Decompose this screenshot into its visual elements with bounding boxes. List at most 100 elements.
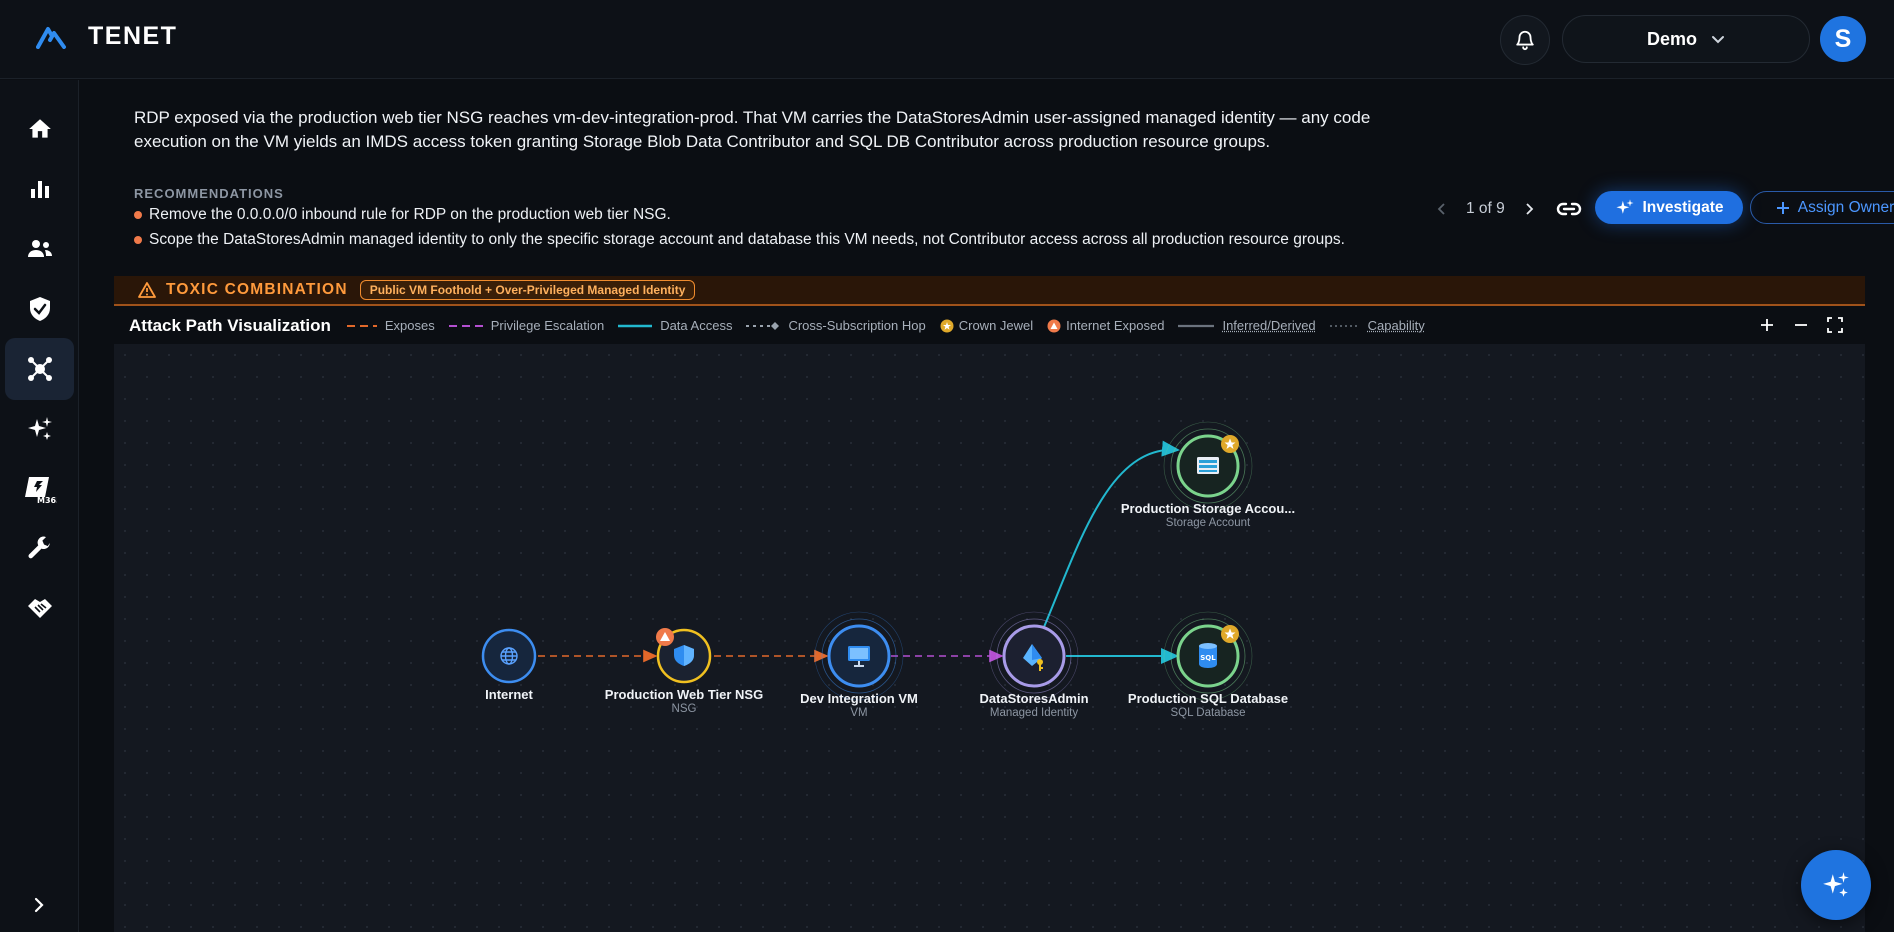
legend-swatch-dotted-diamond <box>746 321 780 330</box>
investigate-button[interactable]: Investigate <box>1595 191 1743 224</box>
attack-path-graph: SQL <box>481 421 1253 701</box>
next-finding-button[interactable] <box>1517 197 1541 221</box>
toxic-combination-banner: TOXIC COMBINATION Public VM Foothold + O… <box>114 276 1865 306</box>
sidebar-item-partners[interactable] <box>5 578 74 640</box>
viz-header: Attack Path Visualization Exposes Privil… <box>114 307 1865 344</box>
sparkles-icon <box>1615 198 1634 214</box>
legend-item-crown-jewel: Crown Jewel <box>940 318 1033 333</box>
alert-badge-icon <box>1047 319 1061 332</box>
plus-icon <box>1761 319 1773 331</box>
notifications-button[interactable] <box>1500 15 1550 65</box>
legend-item-cross-subscription-hop: Cross-Subscription Hop <box>746 318 926 333</box>
recommendations-title: RECOMMENDATIONS <box>134 186 284 201</box>
node-production-web-tier-nsg[interactable] <box>656 628 712 684</box>
sidebar-expand-button[interactable] <box>22 888 56 922</box>
sidebar-item-tools[interactable] <box>5 518 74 580</box>
finding-panel: RDP exposed via the production web tier … <box>114 80 1894 275</box>
link-icon <box>1556 202 1582 216</box>
warning-icon <box>138 282 156 298</box>
app-name: TENET <box>88 22 178 50</box>
node-internet[interactable] <box>481 628 537 684</box>
ai-assistant-button[interactable] <box>1801 850 1871 920</box>
plus-icon <box>1776 201 1789 214</box>
assign-owner-label: Assign Owner <box>1797 198 1894 216</box>
node-dev-integration-vm[interactable] <box>814 611 904 701</box>
tenant-label: Demo <box>1646 28 1697 49</box>
node-label-sql: Production SQL Database SQL Database <box>1128 691 1288 719</box>
chevron-right-icon <box>1526 203 1534 215</box>
zoom-out-button[interactable] <box>1791 313 1811 337</box>
star-badge-icon <box>940 319 954 332</box>
node-label-nsg: Production Web Tier NSG NSG <box>605 687 763 715</box>
home-icon <box>28 119 51 138</box>
pager-count: 1 of 9 <box>1466 200 1505 217</box>
node-name: Production SQL Database <box>1127 691 1289 706</box>
legend-label: Internet Exposed <box>1066 318 1165 333</box>
edge-identity-to-storage[interactable] <box>1043 440 1180 628</box>
legend-swatch-dashed-orange <box>346 324 377 327</box>
node-datastoresadmin[interactable] <box>989 611 1079 701</box>
node-name: Production Storage Accou... <box>1120 501 1296 516</box>
legend-label: Exposes <box>384 318 435 333</box>
node-production-storage-account[interactable] <box>1163 421 1253 511</box>
legend-item-data-access: Data Access <box>618 318 732 333</box>
sidebar-item-home[interactable] <box>5 98 74 160</box>
sidebar-item-dashboard[interactable] <box>5 158 74 220</box>
node-name: Production Web Tier NSG <box>604 687 764 702</box>
legend-label: Capability <box>1367 318 1425 333</box>
sidebar-item-identities[interactable] <box>5 218 74 280</box>
node-production-sql-database[interactable]: SQL <box>1163 611 1253 701</box>
sidebar-item-security[interactable] <box>5 278 74 340</box>
top-bar: TENET Demo S <box>0 0 1894 79</box>
viz-title: Attack Path Visualization <box>129 315 331 335</box>
node-label-storage: Production Storage Accou... Storage Acco… <box>1121 501 1295 529</box>
legend-item-capability: Capability <box>1329 318 1425 333</box>
legend-swatch-solid-gray <box>1178 324 1215 327</box>
fullscreen-button[interactable] <box>1825 313 1845 337</box>
recommendation-item: Scope the DataStoresAdmin managed identi… <box>134 229 1364 250</box>
node-label-vm: Dev Integration VM VM <box>800 691 918 719</box>
legend-label: Cross-Subscription Hop <box>788 318 926 333</box>
attack-path-canvas[interactable]: SQL Internet Production Web Tier NSG NSG… <box>114 344 1865 932</box>
copy-link-button[interactable] <box>1555 195 1583 223</box>
legend-swatch-dashed-purple <box>448 324 483 327</box>
node-label-identity: DataStoresAdmin Managed Identity <box>979 691 1088 719</box>
node-name: DataStoresAdmin <box>979 691 1089 706</box>
sql-icon: SQL <box>1199 643 1217 668</box>
legend-label: Data Access <box>660 318 733 333</box>
svg-text:M365: M365 <box>37 496 57 505</box>
bar-chart-icon <box>30 181 49 198</box>
legend: Exposes Privilege Escalation Data Access… <box>346 318 1439 333</box>
node-type: Managed Identity <box>989 707 1079 719</box>
toxic-combination-pill: Public VM Foothold + Over-Privileged Man… <box>359 280 696 300</box>
user-avatar[interactable]: S <box>1820 16 1866 62</box>
app-logo[interactable]: TENET <box>36 22 177 51</box>
chevron-right-icon <box>34 897 44 913</box>
sparkles-icon <box>1823 872 1849 897</box>
sidebar-item-ai[interactable] <box>5 398 74 460</box>
sidebar-item-m365[interactable]: M365 <box>5 458 74 520</box>
node-name: Internet <box>485 687 533 702</box>
tenant-select[interactable]: Demo <box>1562 15 1810 63</box>
tenet-logo-icon <box>36 26 66 49</box>
legend-swatch-solid-cyan <box>618 324 653 327</box>
node-type: VM <box>850 707 868 719</box>
prev-finding-button[interactable] <box>1430 197 1454 221</box>
users-icon <box>27 240 52 257</box>
node-type: Storage Account <box>1165 517 1251 529</box>
viz-toolbar <box>1757 313 1845 337</box>
sidebar-item-attack-paths[interactable] <box>5 338 74 400</box>
star-badge-icon <box>1221 435 1239 453</box>
alert-badge-icon <box>656 628 674 646</box>
node-type: SQL Database <box>1170 707 1246 719</box>
zoom-in-button[interactable] <box>1757 313 1777 337</box>
chevron-left-icon <box>1437 203 1445 215</box>
finding-pager: 1 of 9 <box>1430 197 1541 221</box>
toxic-combination-label: TOXIC COMBINATION <box>166 281 348 298</box>
minus-icon <box>1795 324 1807 326</box>
finding-description: RDP exposed via the production web tier … <box>134 108 1371 151</box>
legend-swatch-dotted-gray <box>1329 324 1360 327</box>
assign-owner-button[interactable]: Assign Owner <box>1750 191 1894 224</box>
m365-icon: M365 <box>24 477 57 505</box>
legend-label: Crown Jewel <box>958 318 1034 333</box>
